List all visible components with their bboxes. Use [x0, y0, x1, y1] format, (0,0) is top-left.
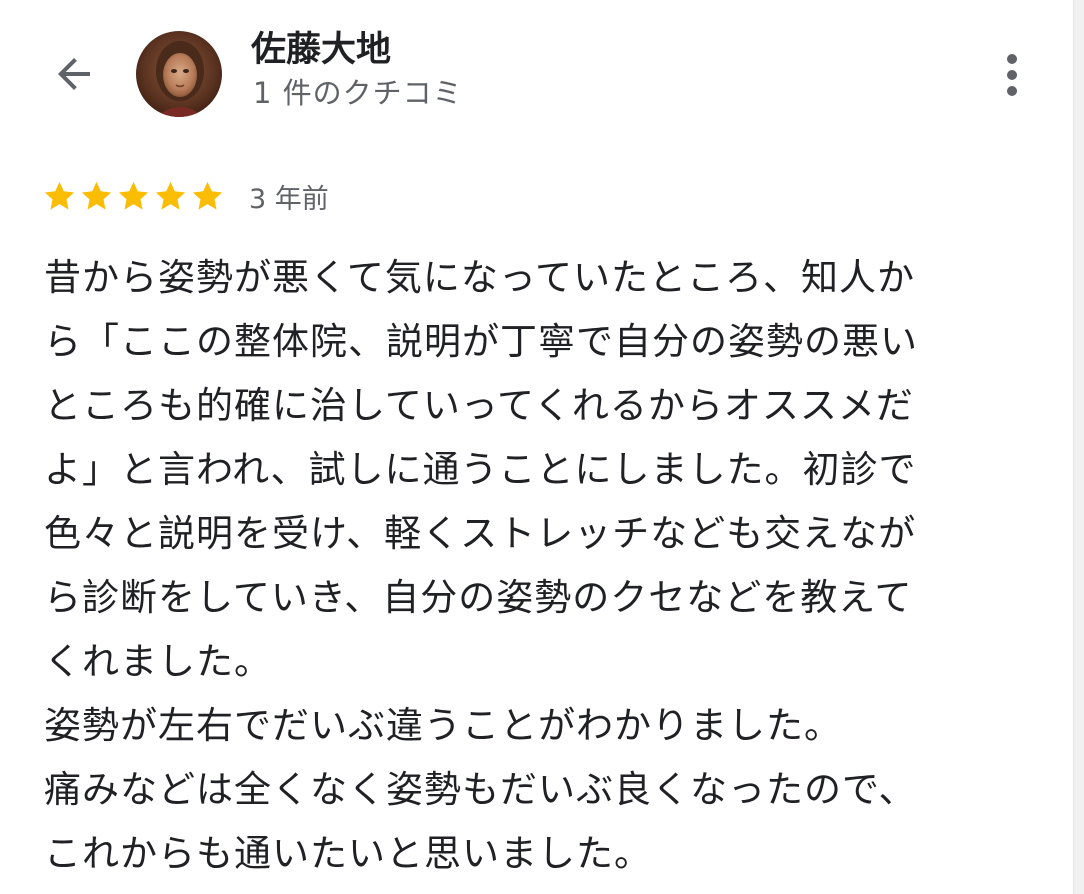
star-icon: [44, 181, 75, 210]
star-icon: [192, 181, 223, 210]
review-date: 3 年前: [249, 183, 329, 215]
review-text-line: よ」と言われ、試しに通うことにしました。初診で: [44, 448, 917, 491]
review-text-line: 姿勢が左右でだいぶ違うことがわかりました。: [44, 704, 842, 747]
more-vert-icon: [1007, 54, 1017, 96]
review-text-line: くれました。: [44, 640, 272, 683]
review-text-line: 痛みなどは全くなく姿勢もだいぶ良くなったので、: [44, 768, 917, 811]
review-text-line: ら「ここの整体院、説明が丁寧で自分の姿勢の悪い: [44, 320, 918, 363]
review-count: 1 件のクチコミ: [253, 76, 463, 110]
more-options-button[interactable]: [988, 45, 1036, 105]
review-text-line: これからも通いたいと思いました。: [44, 832, 652, 875]
star-icon: [81, 181, 112, 210]
arrow-left-icon: [58, 58, 90, 90]
review-text: 昔から姿勢が悪くて気になっていたところ、知人か ら「ここの整体院、説明が丁寧で自分…: [44, 246, 1014, 886]
scrollbar-track[interactable]: [1073, 0, 1084, 894]
review-text-line: ら診断をしていき、自分の姿勢のクセなどを教えて: [44, 576, 913, 619]
back-button[interactable]: [44, 44, 104, 104]
rating-row: 3 年前: [42, 174, 329, 218]
review-detail-page: 佐藤大地 1 件のクチコミ 3 年前 昔から姿勢が悪くて気になっていたところ、知…: [0, 0, 1084, 894]
avatar-image: [136, 31, 222, 117]
avatar[interactable]: [136, 31, 222, 117]
star-icon: [155, 181, 186, 210]
star-icon: [118, 181, 149, 210]
review-text-line: 昔から姿勢が悪くて気になっていたところ、知人か: [44, 256, 916, 299]
review-text-line: 色々と説明を受け、軽くストレッチなども交えなが: [44, 512, 917, 555]
user-name[interactable]: 佐藤大地: [251, 24, 391, 76]
star-rating: [42, 179, 225, 214]
review-text-line: ところも的確に治していってくれるからオススメだ: [44, 384, 914, 427]
